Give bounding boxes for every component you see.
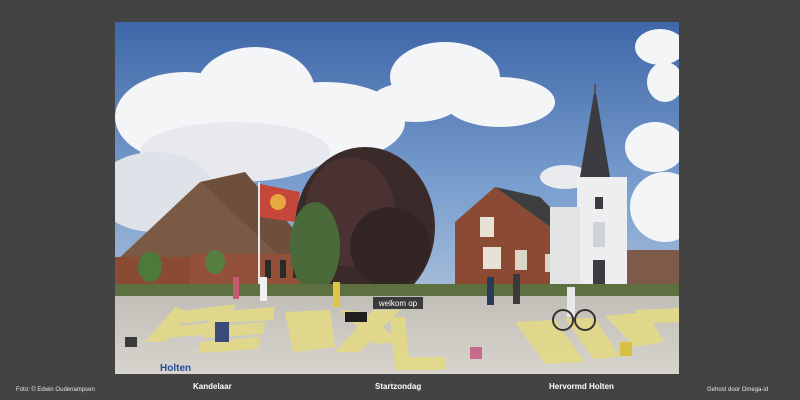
nav-link-kandelaar[interactable]: Kandelaar	[193, 382, 232, 391]
hosting-credit: Gehost door Omega-id	[707, 387, 769, 393]
welcome-sign-text: welkom op	[378, 299, 418, 308]
welcome-sign: welkom op	[373, 297, 423, 309]
chalk-holten-text: Holten	[160, 363, 191, 374]
nav-link-startzondag[interactable]: Startzondag	[375, 382, 421, 391]
nav-link-hervormd-holten[interactable]: Hervormd Holten	[549, 382, 614, 391]
hero-photo: welkom op Holten	[115, 22, 679, 374]
page-stage: welkom op Holten Foto: © Edwin Oudenamps…	[0, 0, 800, 400]
photo-credit: Foto: © Edwin Oudenampsen	[16, 387, 95, 393]
hero-photo-illustration: welkom op Holten	[115, 22, 679, 374]
